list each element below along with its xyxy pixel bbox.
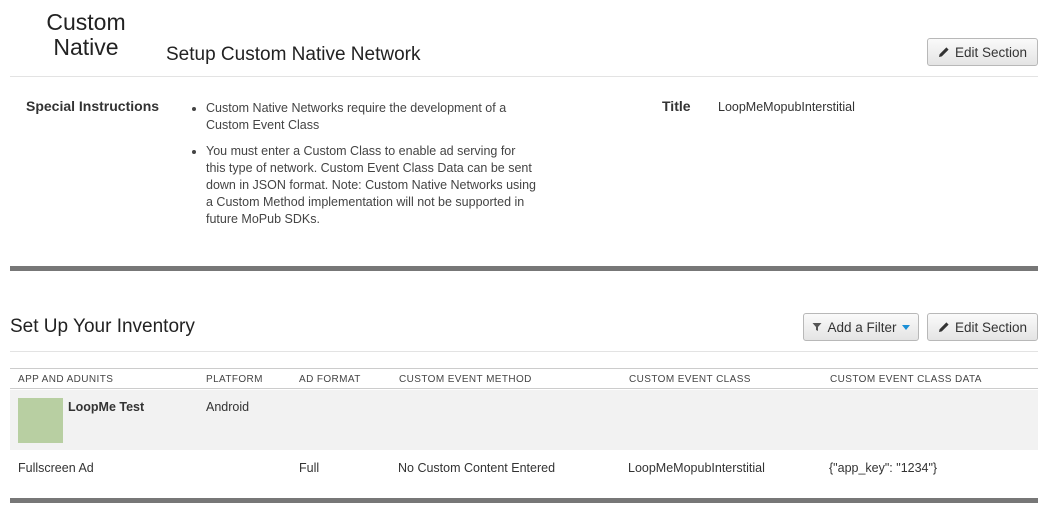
edit-setup-section-label: Edit Section <box>954 44 1028 60</box>
pencil-icon <box>938 321 950 333</box>
setup-section-heading: Setup Custom Native Network <box>166 44 421 65</box>
instruction-item: You must enter a Custom Class to enable … <box>206 143 536 228</box>
column-header-app[interactable]: APP AND ADUNITS <box>18 374 113 385</box>
app-row: LoopMe Test Android <box>10 390 1038 450</box>
adunit-format: Full <box>299 461 320 475</box>
app-name[interactable]: LoopMe Test <box>68 400 144 414</box>
network-name-line1: Custom <box>46 9 126 35</box>
instruction-item: Custom Native Networks require the devel… <box>206 100 536 134</box>
network-name: Custom Native <box>22 10 150 60</box>
pencil-icon <box>938 46 950 58</box>
edit-setup-section-button[interactable]: Edit Section <box>927 38 1038 66</box>
column-header-format[interactable]: AD FORMAT <box>299 374 361 385</box>
column-header-platform[interactable]: PLATFORM <box>206 374 263 385</box>
edit-inventory-section-label: Edit Section <box>954 319 1028 335</box>
column-header-class-data[interactable]: CUSTOM EVENT CLASS DATA <box>830 374 982 385</box>
app-platform: Android <box>206 400 250 414</box>
adunit-name[interactable]: Fullscreen Ad <box>18 461 94 475</box>
inventory-heading: Set Up Your Inventory <box>10 316 195 337</box>
filter-icon <box>812 322 822 332</box>
title-value: LoopMeMopubInterstitial <box>718 100 855 114</box>
setup-divider <box>10 76 1038 77</box>
special-instructions-label: Special Instructions <box>26 98 160 114</box>
title-label: Title <box>662 98 691 114</box>
inventory-divider <box>10 351 1038 352</box>
add-filter-button[interactable]: Add a Filter <box>803 313 919 341</box>
inventory-table-header: APP AND ADUNITS PLATFORM AD FORMAT CUSTO… <box>10 368 1038 389</box>
edit-inventory-section-button[interactable]: Edit Section <box>927 313 1038 341</box>
adunit-row: Fullscreen Ad Full No Custom Content Ent… <box>10 451 1038 485</box>
app-icon <box>18 398 63 443</box>
network-name-line2: Native <box>53 34 119 60</box>
adunit-method: No Custom Content Entered <box>398 461 556 475</box>
adunit-class-data: {"app_key": "1234"} <box>829 461 938 475</box>
caret-down-icon <box>901 324 910 330</box>
add-filter-label: Add a Filter <box>827 319 897 335</box>
instructions-list: Custom Native Networks require the devel… <box>188 100 536 237</box>
section-separator <box>10 266 1038 271</box>
bottom-separator <box>10 498 1038 503</box>
column-header-class[interactable]: CUSTOM EVENT CLASS <box>629 374 751 385</box>
column-header-method[interactable]: CUSTOM EVENT METHOD <box>399 374 532 385</box>
adunit-class: LoopMeMopubInterstitial <box>628 461 765 475</box>
